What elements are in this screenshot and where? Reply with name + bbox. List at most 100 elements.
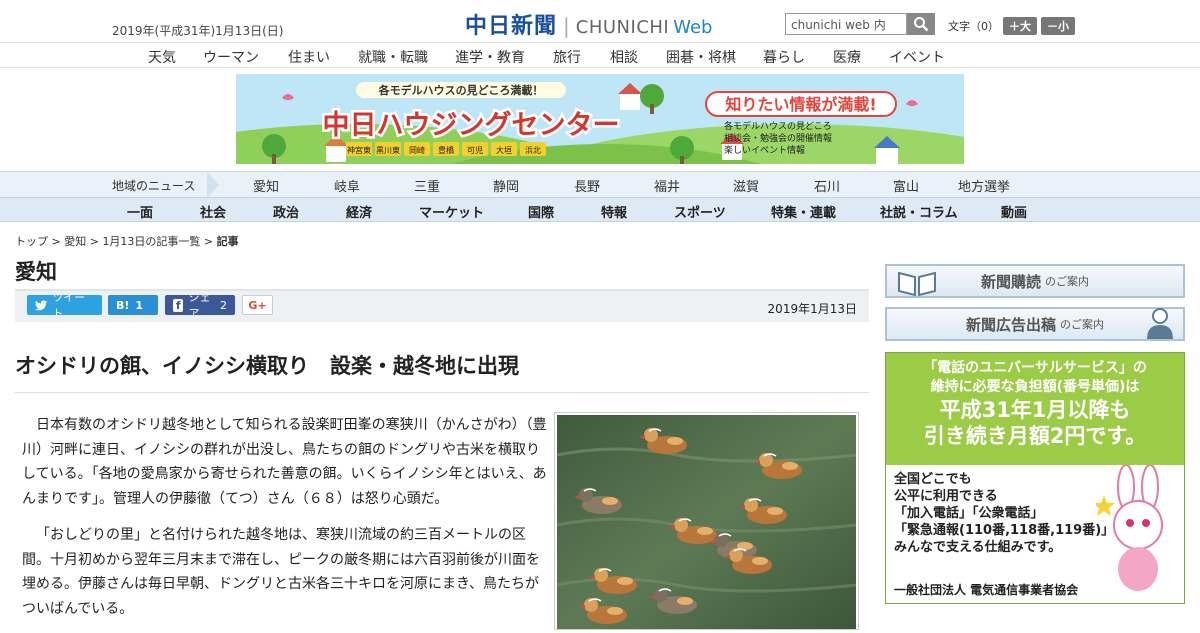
- genre-item[interactable]: 社説・コラム: [880, 202, 958, 221]
- genre-nav: 一面 社会 政治 経済 マーケット 国際 特報 スポーツ 特集・連載 社説・コラム 動画: [0, 197, 1200, 222]
- article-paragraph: 日本有数のオシドリ越冬地として知られる設楽町田峯の寒狭川（かんさがわ）（豊川）河…: [22, 417, 547, 507]
- subscribe-small: のご案内: [1045, 275, 1089, 288]
- region-item[interactable]: 愛知: [253, 176, 279, 195]
- banner-location: 神宮東: [347, 145, 371, 155]
- region-item[interactable]: 福井: [654, 176, 680, 195]
- banner-location: 岡崎: [409, 145, 425, 155]
- advertise-guide-button[interactable]: 新聞広告出稿 のご案内: [885, 307, 1185, 341]
- topnav-item[interactable]: 就職・転職: [358, 45, 428, 69]
- genre-item[interactable]: 経済: [346, 202, 372, 221]
- top-nav: 天気 ウーマン 住まい 就職・転職 進学・教育 旅行 相談 囲碁・将棋 暮らし 医療 イベント: [0, 42, 1200, 68]
- font-size-label: 文字（0）: [948, 20, 999, 33]
- banner-badge: 知りたい情報が満載!: [725, 95, 876, 114]
- region-item[interactable]: 長野: [574, 176, 600, 195]
- twitter-icon: [35, 299, 48, 310]
- ad-line-1: 「電話のユニバーサルサービス」の: [923, 360, 1147, 376]
- ad-organization: 一般社団法人 電気通信事業者協会: [894, 583, 1079, 597]
- genre-item[interactable]: 一面: [127, 202, 153, 221]
- banner-locations: 神宮東 黒川東 岡崎 豊橋 可児 大垣 浜北: [346, 142, 546, 156]
- genre-item[interactable]: マーケット: [419, 202, 484, 221]
- person-icon: [1147, 308, 1173, 339]
- publish-date: 2019年1月13日: [767, 302, 857, 316]
- article-paragraph: 「おしどりの里」と名付けられた越冬地は、寒狭川流域の約三百メートルの区間。十月初…: [22, 527, 540, 617]
- breadcrumb-list[interactable]: 1月13日の記事一覧: [102, 235, 200, 248]
- hatena-count: 1: [135, 298, 144, 312]
- ad-body-line: 「緊急通報(110番,118番,119番)」を: [894, 523, 1128, 538]
- site-search: [785, 13, 935, 35]
- region-arrow-icon: [207, 172, 219, 198]
- banner-location: 浜北: [525, 145, 541, 155]
- hatena-icon: B!: [116, 298, 130, 312]
- genre-item[interactable]: スポーツ: [674, 202, 726, 221]
- region-nav-label: 地域のニュース: [112, 179, 196, 193]
- facebook-share-button[interactable]: f シェア 2: [165, 291, 235, 320]
- region-item[interactable]: 地方選挙: [958, 176, 1010, 195]
- ad-body-line: みんなで支える仕組みです。: [894, 540, 1062, 555]
- advertise-small: のご案内: [1060, 318, 1104, 331]
- google-plus-button[interactable]: G+: [242, 295, 273, 315]
- region-nav: 地域のニュース 愛知 岐阜 三重 静岡 長野 福井 滋賀 石川 富山 地方選挙: [0, 171, 1200, 198]
- page-title: 愛知: [15, 260, 57, 284]
- region-item[interactable]: 岐阜: [334, 176, 360, 195]
- tweet-button[interactable]: ツイート: [27, 291, 102, 320]
- topnav-item[interactable]: ウーマン: [203, 45, 259, 69]
- book-icon: [898, 271, 936, 297]
- logo-separator: |: [563, 14, 570, 38]
- region-item[interactable]: 三重: [414, 176, 440, 195]
- topnav-item[interactable]: 相談: [610, 45, 638, 69]
- font-larger-button[interactable]: ＋大: [1003, 17, 1037, 35]
- ad-line-2: 維持に必要な負担額(番号単価)は: [930, 379, 1140, 395]
- topnav-item[interactable]: 囲碁・将棋: [666, 45, 736, 69]
- search-icon: [914, 17, 929, 32]
- hatena-bookmark-button[interactable]: B! 1: [108, 295, 158, 315]
- search-input[interactable]: [785, 13, 907, 35]
- genre-item[interactable]: 社会: [200, 202, 226, 221]
- region-item[interactable]: 静岡: [493, 176, 519, 195]
- logo-japanese: 中日新聞: [465, 14, 558, 39]
- banner-art: 各モデルハウスの見どころ満載！ 中日ハウジングセンター 神宮東 黒川東 岡崎 豊橋 可児…: [236, 74, 964, 164]
- banner-title: 中日ハウジングセンター: [323, 109, 620, 141]
- logo-english: CHUNICHI: [575, 17, 670, 38]
- breadcrumb-aichi[interactable]: 愛知: [64, 235, 86, 248]
- genre-item[interactable]: 特集・連載: [771, 202, 836, 221]
- breadcrumb-sep: >: [48, 235, 65, 248]
- housing-center-banner[interactable]: 各モデルハウスの見どころ満載！ 中日ハウジングセンター 神宮東 黒川東 岡崎 豊橋 可児…: [236, 74, 964, 164]
- region-item[interactable]: 石川: [814, 176, 840, 195]
- search-button[interactable]: [907, 13, 935, 35]
- region-item[interactable]: 滋賀: [733, 176, 759, 195]
- topnav-item[interactable]: 天気: [148, 45, 176, 69]
- topnav-item[interactable]: イベント: [889, 45, 945, 69]
- universal-service-ad[interactable]: 「電話のユニバーサルサービス」の 維持に必要な負担額(番号単価)は 平成31年1…: [885, 352, 1185, 604]
- mandarin-ducks-photo: [556, 415, 858, 629]
- region-item[interactable]: 富山: [893, 176, 919, 195]
- tweet-label: ツイート: [52, 291, 86, 320]
- google-plus-icon: G+: [248, 298, 267, 312]
- font-smaller-button[interactable]: －小: [1041, 17, 1075, 35]
- subscribe-guide-button[interactable]: 新聞購読 のご案内: [885, 264, 1185, 298]
- ad-line-4: 引き続き月額2円です。: [923, 424, 1147, 448]
- site-logo[interactable]: 中日新聞 | CHUNICHI Web: [465, 8, 712, 40]
- banner-location: 可児: [467, 146, 483, 155]
- advertise-label: 新聞広告出稿: [965, 315, 1056, 334]
- topnav-item[interactable]: 旅行: [553, 45, 581, 69]
- article-headline: オシドリの餌、イノシシ横取り 設楽・越冬地に出現: [15, 350, 869, 393]
- article-photo[interactable]: [554, 412, 859, 630]
- genre-item[interactable]: 政治: [273, 202, 299, 221]
- topnav-item[interactable]: 住まい: [288, 45, 330, 69]
- breadcrumb: トップ > 愛知 > 1月13日の記事一覧 > 記事: [15, 233, 239, 249]
- genre-item[interactable]: 動画: [1001, 202, 1027, 221]
- breadcrumb-sep: >: [86, 235, 103, 248]
- font-size-control: 文字（0） ＋大 －小: [948, 17, 1075, 35]
- breadcrumb-sep: >: [200, 235, 217, 248]
- topnav-item[interactable]: 医療: [833, 45, 861, 69]
- article-body: 日本有数のオシドリ越冬地として知られる設楽町田峯の寒狭川（かんさがわ）（豊川）河…: [22, 413, 547, 633]
- breadcrumb-top[interactable]: トップ: [15, 235, 48, 248]
- genre-item[interactable]: 特報: [601, 202, 627, 221]
- banner-location: 大垣: [496, 145, 512, 155]
- genre-item[interactable]: 国際: [528, 202, 554, 221]
- topnav-item[interactable]: 暮らし: [763, 45, 805, 69]
- banner-tagline: 各モデルハウスの見どころ満載！: [378, 83, 544, 97]
- facebook-count: 2: [220, 298, 227, 312]
- ad-header: 「電話のユニバーサルサービス」の 維持に必要な負担額(番号単価)は 平成31年1…: [886, 353, 1184, 465]
- topnav-item[interactable]: 進学・教育: [455, 45, 525, 69]
